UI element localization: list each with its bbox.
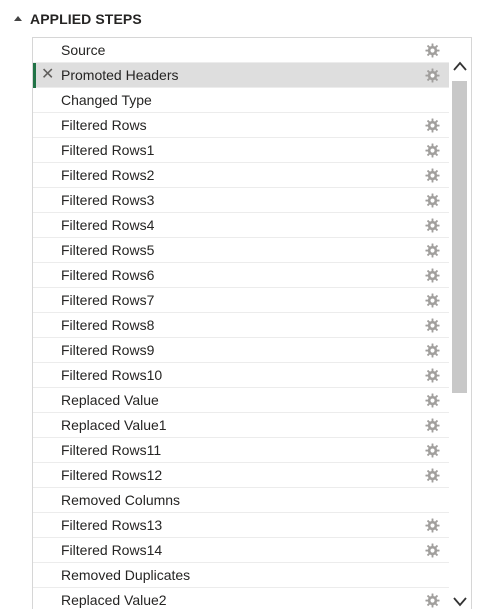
gear-icon[interactable] [425,343,440,358]
applied-step-label: Filtered Rows3 [61,192,155,208]
applied-step-label: Removed Columns [61,492,181,508]
applied-step-item[interactable]: Filtered Rows3 [33,188,449,213]
applied-step-item[interactable]: Filtered Rows4 [33,213,449,238]
vertical-scrollbar[interactable] [449,38,471,609]
applied-steps-list: Source ✕ Promoted Headers Changed Type Filte… [33,38,449,609]
applied-step-item[interactable]: Replaced Value1 [33,413,449,438]
applied-step-item[interactable]: Filtered Rows13 [33,513,449,538]
applied-step-label: Filtered Rows9 [61,342,155,358]
applied-step-item[interactable]: Filtered Rows14 [33,538,449,563]
applied-step-item[interactable]: Filtered Rows2 [33,163,449,188]
gear-icon[interactable] [425,293,440,308]
gear-icon[interactable] [425,193,440,208]
gear-icon[interactable] [425,368,440,383]
gear-icon[interactable] [425,393,440,408]
applied-steps-panel: APPLIED STEPS Source ✕ Promoted Headers Cha… [0,0,502,609]
applied-step-item[interactable]: Filtered Rows6 [33,263,449,288]
gear-icon[interactable] [425,593,440,608]
gear-icon[interactable] [425,468,440,483]
gear-icon[interactable] [425,518,440,533]
applied-step-label: Replaced Value1 [61,417,167,433]
applied-step-item[interactable]: Replaced Value2 [33,588,449,609]
gear-icon[interactable] [425,318,440,333]
applied-step-item[interactable]: Source [33,38,449,63]
gear-icon[interactable] [425,268,440,283]
applied-step-label: Replaced Value2 [61,592,167,608]
gear-icon[interactable] [425,543,440,558]
gear-icon[interactable] [425,118,440,133]
applied-step-label: Filtered Rows6 [61,267,155,283]
applied-step-item[interactable]: Removed Duplicates [33,563,449,588]
applied-step-item[interactable]: ✕ Promoted Headers [33,63,449,88]
gear-icon[interactable] [425,68,440,83]
applied-step-item[interactable]: Filtered Rows8 [33,313,449,338]
applied-step-label: Filtered Rows5 [61,242,155,258]
applied-step-item[interactable]: Filtered Rows9 [33,338,449,363]
gear-icon[interactable] [425,443,440,458]
scrollbar-thumb[interactable] [452,81,467,393]
panel-title: APPLIED STEPS [30,11,142,27]
applied-step-item[interactable]: Filtered Rows [33,113,449,138]
chevron-up-icon[interactable] [453,60,467,72]
close-icon[interactable]: ✕ [41,67,55,83]
active-step-indicator [33,63,36,88]
applied-step-item[interactable]: Filtered Rows10 [33,363,449,388]
applied-step-label: Filtered Rows2 [61,167,155,183]
collapse-triangle-icon[interactable] [14,15,22,21]
applied-step-label: Filtered Rows8 [61,317,155,333]
applied-step-label: Filtered Rows4 [61,217,155,233]
applied-step-item[interactable]: Changed Type [33,88,449,113]
applied-step-item[interactable]: Filtered Rows1 [33,138,449,163]
applied-step-label: Filtered Rows14 [61,542,163,558]
gear-icon[interactable] [425,218,440,233]
applied-step-label: Source [61,42,106,58]
applied-step-label: Filtered Rows11 [61,442,162,458]
applied-step-label: Promoted Headers [61,67,179,83]
applied-step-label: Replaced Value [61,392,159,408]
gear-icon[interactable] [425,418,440,433]
gear-icon[interactable] [425,143,440,158]
chevron-down-icon[interactable] [453,596,467,608]
applied-step-item[interactable]: Removed Columns [33,488,449,513]
applied-step-label: Filtered Rows12 [61,467,163,483]
applied-steps-header[interactable]: APPLIED STEPS [14,9,142,29]
applied-step-label: Filtered Rows13 [61,517,163,533]
applied-steps-list-box: Source ✕ Promoted Headers Changed Type Filte… [32,37,472,609]
applied-step-label: Removed Duplicates [61,567,191,583]
gear-icon[interactable] [425,168,440,183]
applied-step-label: Changed Type [61,92,152,108]
gear-icon[interactable] [425,43,440,58]
applied-step-label: Filtered Rows7 [61,292,155,308]
applied-step-label: Filtered Rows [61,117,147,133]
gear-icon[interactable] [425,243,440,258]
applied-step-item[interactable]: Filtered Rows7 [33,288,449,313]
applied-step-item[interactable]: Replaced Value [33,388,449,413]
applied-step-item[interactable]: Filtered Rows5 [33,238,449,263]
applied-step-item[interactable]: Filtered Rows11 [33,438,449,463]
applied-step-label: Filtered Rows1 [61,142,155,158]
applied-step-item[interactable]: Filtered Rows12 [33,463,449,488]
applied-step-label: Filtered Rows10 [61,367,163,383]
